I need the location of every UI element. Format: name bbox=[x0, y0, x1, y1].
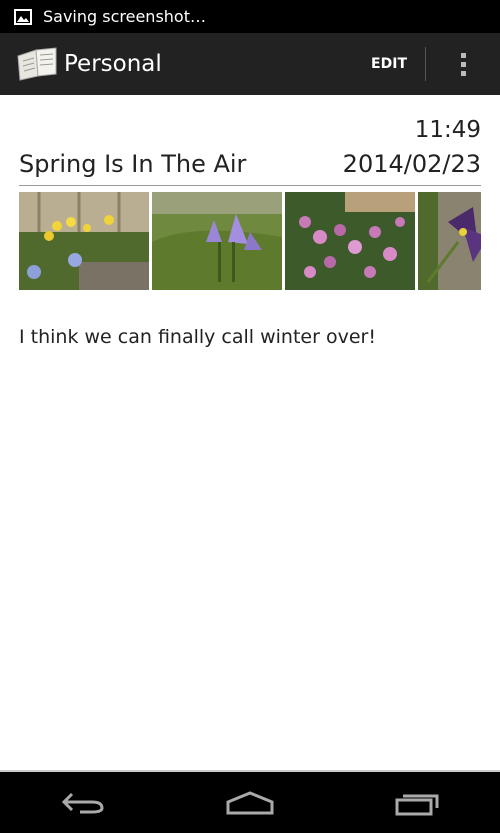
photo-thumbnail[interactable] bbox=[19, 192, 149, 290]
entry-date: 2014/02/23 bbox=[342, 150, 481, 178]
status-notification-text: Saving screenshot… bbox=[43, 7, 206, 26]
entry-time: 11:49 bbox=[414, 117, 481, 143]
action-bar: Personal EDIT bbox=[0, 33, 500, 95]
entry-title: Spring Is In The Air bbox=[19, 150, 247, 178]
home-icon[interactable] bbox=[220, 783, 280, 823]
photo-thumbnail[interactable] bbox=[285, 192, 415, 290]
notebook-icon[interactable] bbox=[16, 46, 58, 82]
recents-icon[interactable] bbox=[387, 783, 447, 823]
photo-strip[interactable] bbox=[19, 192, 481, 290]
photo-thumbnail[interactable] bbox=[152, 192, 282, 290]
title-divider bbox=[19, 185, 481, 186]
navigation-bar bbox=[0, 772, 500, 833]
entry-view: 11:49 Spring Is In The Air 2014/02/23 I … bbox=[0, 95, 500, 770]
page-title: Personal bbox=[64, 51, 162, 77]
edit-button[interactable]: EDIT bbox=[353, 33, 425, 95]
image-icon bbox=[14, 8, 32, 25]
entry-body[interactable]: I think we can finally call winter over! bbox=[19, 326, 376, 348]
back-icon[interactable] bbox=[53, 783, 113, 823]
overflow-menu-icon[interactable] bbox=[426, 33, 500, 95]
photo-thumbnail[interactable] bbox=[418, 192, 481, 290]
status-bar: Saving screenshot… bbox=[0, 0, 500, 33]
